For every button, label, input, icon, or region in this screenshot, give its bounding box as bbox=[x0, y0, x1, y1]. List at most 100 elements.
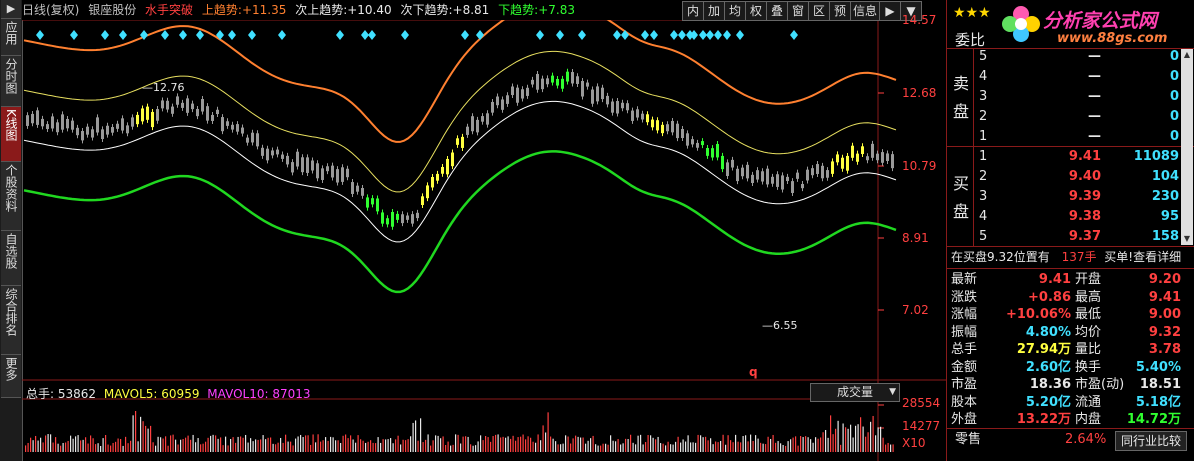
signal-diamond-icon bbox=[336, 30, 344, 40]
candle-body bbox=[771, 176, 774, 184]
tool-intraday-button[interactable]: 内 bbox=[682, 1, 704, 21]
volume-bar bbox=[400, 444, 402, 452]
volume-bar bbox=[32, 440, 34, 452]
tool-rights-button[interactable]: 权 bbox=[745, 1, 767, 21]
notice-text: 在买盘9.32位置有 bbox=[951, 250, 1050, 264]
tab-more[interactable]: 更多 bbox=[1, 355, 21, 398]
volume-bar bbox=[450, 445, 452, 452]
tool-overlay-button[interactable]: 叠 bbox=[766, 1, 788, 21]
candle-body bbox=[496, 96, 499, 106]
signal-diamond-icon bbox=[368, 30, 376, 40]
volume-bar bbox=[90, 435, 92, 452]
candle-body bbox=[801, 183, 804, 189]
tool-info-button[interactable]: 信息 bbox=[850, 1, 880, 21]
volume-bar bbox=[622, 443, 624, 452]
stat-label: 内盘 bbox=[1075, 412, 1102, 427]
tab-apps[interactable]: 应用 bbox=[1, 19, 21, 56]
volume-bar bbox=[405, 440, 407, 452]
candle-body bbox=[846, 155, 849, 171]
volume-bar bbox=[100, 445, 102, 452]
volume-bar bbox=[427, 434, 429, 452]
candle-body bbox=[411, 214, 414, 224]
tool-window-button[interactable]: 窗 bbox=[787, 1, 809, 21]
candle-body bbox=[586, 82, 589, 87]
stat-label: 股本 bbox=[951, 394, 978, 410]
volume-bar bbox=[207, 437, 209, 452]
candle-body bbox=[161, 100, 164, 109]
sell-price: — bbox=[1088, 69, 1101, 84]
compare-industry-button[interactable]: 同行业比较 bbox=[1115, 431, 1187, 451]
candle-body bbox=[681, 128, 684, 139]
tab-intraday[interactable]: 分时图 bbox=[1, 56, 21, 107]
high-annotation: —12.76 bbox=[142, 81, 185, 94]
volume-bar bbox=[135, 410, 137, 452]
candle-body bbox=[196, 108, 199, 117]
volume-bar bbox=[652, 437, 654, 452]
volume-bar bbox=[257, 439, 259, 452]
tab-watchlist[interactable]: 自选股 bbox=[1, 231, 21, 286]
tool-range-button[interactable]: 区 bbox=[808, 1, 830, 21]
candle-body bbox=[701, 141, 704, 146]
stat-label: 最高 bbox=[1075, 289, 1102, 305]
volume-bar bbox=[590, 438, 592, 452]
volume-bar bbox=[390, 438, 392, 452]
volume-bar bbox=[370, 440, 372, 452]
tool-play-icon[interactable]: ▶ bbox=[879, 1, 901, 21]
buy-level: 3 bbox=[979, 189, 988, 204]
tab-kline[interactable]: K线图 bbox=[1, 107, 21, 162]
volume-bar bbox=[302, 437, 304, 452]
notice-link[interactable]: 买单!查看详细 bbox=[1104, 250, 1181, 264]
volume-bar bbox=[35, 435, 37, 452]
tab-ranking[interactable]: 综合排名 bbox=[1, 286, 21, 355]
stat-value: 9.32 bbox=[1148, 324, 1181, 340]
sidebar-toggle-icon[interactable]: ▶ bbox=[1, 0, 21, 19]
period-label[interactable]: 日线(复权) bbox=[22, 3, 79, 17]
volume-bar bbox=[657, 436, 659, 452]
volume-bar bbox=[345, 434, 347, 452]
candle-body bbox=[26, 115, 29, 126]
volume-bar bbox=[827, 437, 829, 452]
scrollbar[interactable]: ▲ ▼ bbox=[1181, 49, 1193, 245]
tab-profile[interactable]: 个股资料 bbox=[1, 162, 21, 231]
candle-body bbox=[201, 99, 204, 112]
volume-bar bbox=[522, 434, 524, 452]
candle-body bbox=[861, 146, 864, 155]
volume-bar bbox=[142, 421, 144, 452]
volume-bar bbox=[525, 439, 527, 452]
volume-bar bbox=[717, 442, 719, 452]
tool-average-button[interactable]: 均 bbox=[724, 1, 746, 21]
tool-forecast-button[interactable]: 预 bbox=[829, 1, 851, 21]
volume-bar bbox=[605, 443, 607, 452]
candle-body bbox=[856, 153, 859, 162]
signal-diamond-icon bbox=[179, 30, 187, 40]
mavol5-value: MAVOL5: 60959 bbox=[103, 387, 200, 401]
candle-body bbox=[276, 149, 279, 155]
chart-area[interactable]: 日线(复权) 银座股份 水手突破 上趋势:+11.35 次上趋势:+10.40 … bbox=[22, 0, 946, 461]
buy-volume: 104 bbox=[1151, 169, 1179, 184]
candle-body bbox=[151, 111, 154, 128]
volume-bar bbox=[330, 436, 332, 452]
candle-body bbox=[871, 143, 874, 158]
volume-bar bbox=[420, 418, 422, 452]
volume-bar bbox=[757, 438, 759, 452]
volume-bar bbox=[300, 434, 302, 452]
volume-bar bbox=[202, 443, 204, 452]
candle-body bbox=[661, 124, 664, 134]
candle-body bbox=[261, 147, 264, 156]
candle-body bbox=[341, 167, 344, 182]
volume-bar bbox=[87, 443, 89, 452]
candle-body bbox=[481, 116, 484, 122]
tool-add-button[interactable]: 加 bbox=[703, 1, 725, 21]
tab-ranking-label: 综合排名 bbox=[4, 288, 18, 336]
scroll-down-icon[interactable]: ▼ bbox=[1181, 233, 1193, 245]
indicator-name[interactable]: 水手突破 bbox=[145, 3, 193, 17]
order-notice[interactable]: 在买盘9.32位置有 137手 买单!查看详细 bbox=[951, 247, 1181, 267]
scroll-up-icon[interactable]: ▲ bbox=[1181, 49, 1193, 61]
candle-body bbox=[361, 188, 364, 196]
volume-bar bbox=[177, 444, 179, 452]
volume-selector[interactable]: 成交量 ▼ bbox=[810, 383, 900, 402]
volume-bar bbox=[850, 424, 852, 452]
volume-bar bbox=[385, 439, 387, 452]
candle-body bbox=[311, 160, 314, 171]
volume-bar bbox=[845, 427, 847, 452]
